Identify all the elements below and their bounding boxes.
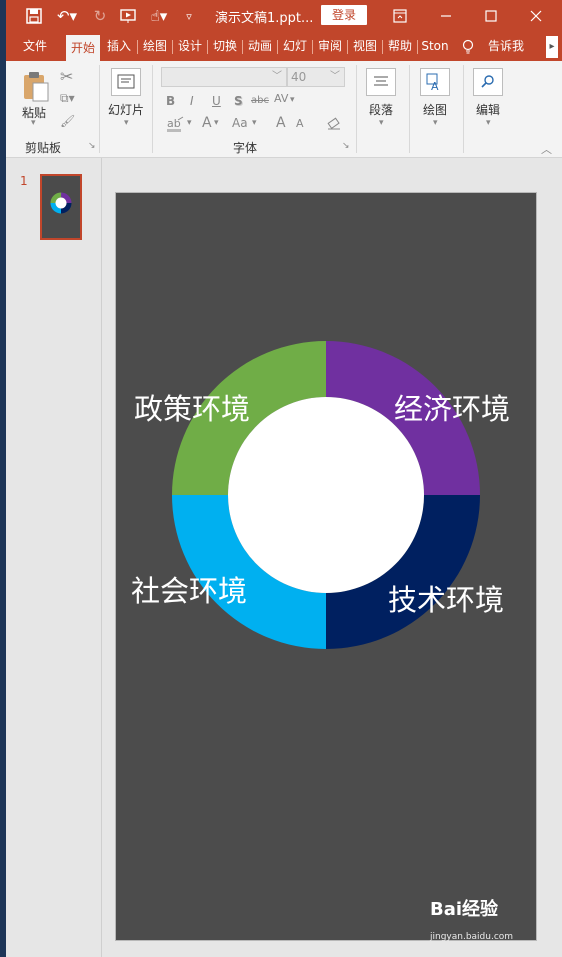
grow-font-button[interactable]: A	[276, 115, 286, 131]
drawing-shapes-icon[interactable]: A	[420, 68, 450, 96]
clipboard-launcher-icon[interactable]: ↘	[88, 141, 96, 151]
ring-chart[interactable]	[116, 193, 536, 940]
format-painter-icon[interactable]: 🖌	[60, 114, 75, 128]
bold-button[interactable]: B	[166, 94, 175, 108]
maximize-icon[interactable]	[481, 6, 501, 26]
close-icon[interactable]	[526, 6, 546, 26]
paragraph-dropdown-icon[interactable]: ▾	[379, 118, 384, 128]
font-size-dropdown-icon[interactable]: ﹀	[330, 68, 340, 86]
character-spacing-button[interactable]: AV	[274, 92, 288, 105]
collapse-ribbon-icon[interactable]: ︿	[541, 141, 552, 157]
title-bar: ↶▾ ↻ ☝▾ ▿ 演示文稿1.ppt... 登录	[6, 0, 562, 32]
touch-mode-icon[interactable]: ☝▾	[146, 6, 172, 26]
copy-icon[interactable]: ⧉▾	[60, 91, 75, 106]
group-separator	[99, 65, 100, 153]
slide-thumbnail[interactable]	[40, 174, 82, 240]
highlight-dropdown-icon[interactable]: ▾	[187, 118, 192, 128]
new-slide-dropdown-icon[interactable]: ▾	[124, 118, 129, 128]
group-separator	[463, 65, 464, 153]
font-color-button[interactable]: A	[202, 115, 212, 131]
font-name-combo[interactable]: ﹀	[161, 67, 287, 87]
minimize-icon[interactable]	[436, 6, 456, 26]
highlight-icon[interactable]: ab	[166, 116, 186, 135]
login-button[interactable]: 登录	[321, 5, 367, 25]
label-economy[interactable]: 经济环境	[394, 386, 510, 428]
save-icon[interactable]	[24, 6, 44, 26]
tab-file[interactable]: 文件	[14, 32, 56, 61]
tab-home[interactable]: 开始	[66, 35, 100, 61]
paste-dropdown-icon[interactable]: ▾	[31, 118, 36, 128]
paste-icon[interactable]	[22, 71, 50, 106]
editing-dropdown-icon[interactable]: ▾	[486, 118, 491, 128]
font-size-value: 40	[291, 70, 307, 84]
tab-help[interactable]: 帮助	[383, 32, 417, 61]
ribbon-display-icon[interactable]	[390, 6, 410, 26]
clear-formatting-icon[interactable]	[326, 115, 342, 134]
paragraph-label[interactable]: 段落	[369, 101, 393, 118]
group-separator	[152, 65, 153, 153]
tabs-scroll-right-icon[interactable]: ▸	[546, 36, 558, 58]
tab-design[interactable]: 设计	[173, 32, 207, 61]
tab-slideshow[interactable]: 幻灯	[278, 32, 312, 61]
customize-toolbar-icon[interactable]: ▿	[182, 6, 196, 26]
tell-me-search[interactable]: 告诉我	[482, 32, 530, 61]
tab-review[interactable]: 审阅	[313, 32, 347, 61]
from-beginning-icon[interactable]	[118, 6, 138, 26]
drawing-label[interactable]: 绘图	[423, 101, 447, 118]
strikethrough-button[interactable]: abc	[251, 95, 269, 106]
ribbon-home: 粘贴 ▾ ✂ ⧉▾ 🖌 剪贴板 ↘ 幻灯片 ▾ ﹀ 40 ﹀ B I U S a…	[6, 61, 562, 158]
editing-label[interactable]: 编辑	[476, 101, 500, 118]
watermark-url: jingyan.baidu.com	[430, 932, 514, 942]
shrink-font-button[interactable]: A	[296, 117, 304, 130]
lightbulb-icon[interactable]	[460, 32, 476, 61]
ribbon-tabs: 文件 开始 插入 绘图 设计 切换 动画 幻灯 审阅 视图 帮助 Ston 告诉…	[6, 32, 562, 61]
character-spacing-dropdown-icon[interactable]: ▾	[290, 95, 295, 105]
group-separator	[409, 65, 410, 153]
clipboard-group-label: 剪贴板	[25, 141, 62, 155]
italic-button[interactable]: I	[190, 94, 194, 108]
tab-animations[interactable]: 动画	[243, 32, 277, 61]
tab-insert[interactable]: 插入	[102, 32, 136, 61]
drawing-dropdown-icon[interactable]: ▾	[433, 118, 438, 128]
editing-search-icon[interactable]	[473, 68, 503, 96]
label-society[interactable]: 社会环境	[131, 568, 247, 610]
paragraph-icon[interactable]	[366, 68, 396, 96]
underline-button[interactable]: U	[212, 94, 221, 108]
tab-view[interactable]: 视图	[348, 32, 382, 61]
svg-text:ab: ab	[167, 117, 181, 130]
label-policy[interactable]: 政策环境	[134, 386, 250, 428]
slide-canvas[interactable]: 政策环境 经济环境 技术环境 社会环境	[115, 192, 537, 941]
redo-icon[interactable]: ↻	[90, 6, 110, 26]
svg-text:A: A	[431, 80, 439, 93]
slide-thumbnails-pane: 1	[6, 158, 102, 957]
tab-transitions[interactable]: 切换	[208, 32, 242, 61]
cut-icon[interactable]: ✂	[60, 67, 73, 86]
change-case-dropdown-icon[interactable]: ▾	[252, 118, 257, 128]
change-case-button[interactable]: Aa	[232, 116, 248, 130]
undo-icon[interactable]: ↶▾	[54, 6, 80, 26]
new-slide-label[interactable]: 幻灯片	[108, 101, 144, 118]
label-technology[interactable]: 技术环境	[388, 577, 504, 619]
font-name-dropdown-icon[interactable]: ﹀	[272, 68, 282, 86]
slide-editor: 政策环境 经济环境 技术环境 社会环境	[102, 158, 562, 957]
font-group-label: 字体	[233, 141, 258, 155]
new-slide-icon[interactable]	[111, 68, 141, 96]
slide-number: 1	[20, 174, 28, 188]
font-size-combo[interactable]: 40 ﹀	[287, 67, 345, 87]
watermark-logo: Bai经验	[430, 899, 499, 920]
font-color-dropdown-icon[interactable]: ▾	[214, 118, 219, 128]
document-title: 演示文稿1.ppt...	[215, 11, 314, 26]
tab-draw[interactable]: 绘图	[138, 32, 172, 61]
tab-storyline[interactable]: Ston	[418, 32, 452, 61]
group-separator	[356, 65, 357, 153]
font-launcher-icon[interactable]: ↘	[342, 141, 350, 151]
shadow-button[interactable]: S	[234, 94, 243, 108]
